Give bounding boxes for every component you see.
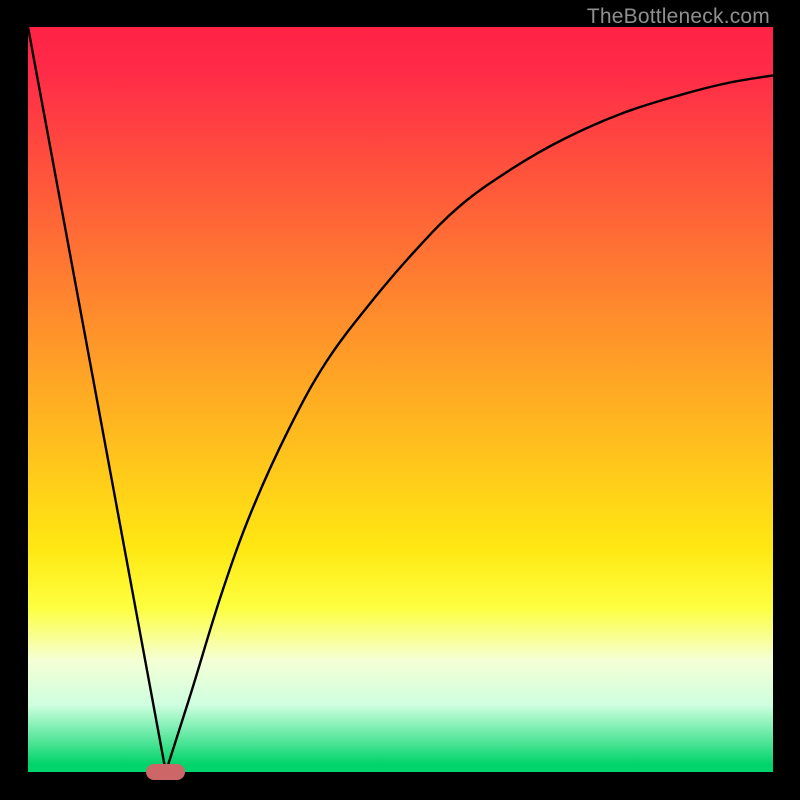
bottleneck-marker (146, 764, 185, 780)
watermark-text: TheBottleneck.com (587, 5, 770, 29)
curve-layer (28, 27, 773, 772)
chart-frame: TheBottleneck.com (0, 0, 800, 800)
series-right-curve (166, 75, 773, 772)
plot-area (28, 27, 773, 772)
series-left-line (28, 27, 166, 772)
